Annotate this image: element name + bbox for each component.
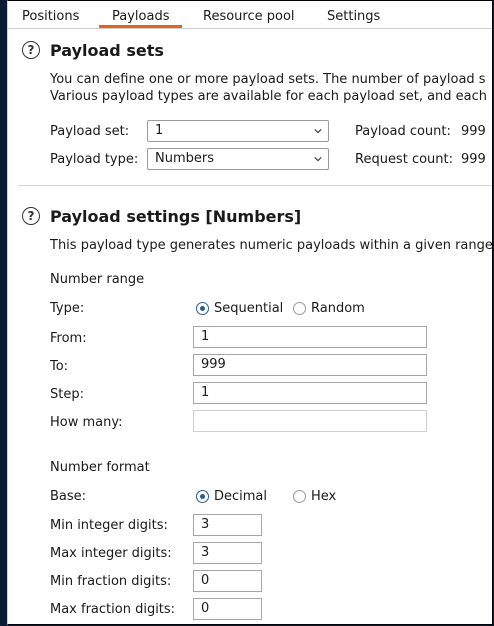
payload-count-value: 999: [461, 124, 486, 139]
payload-set-label: Payload set:: [50, 124, 130, 139]
step-label: Step:: [50, 387, 84, 402]
to-label: To:: [50, 359, 69, 374]
tab-payloads[interactable]: Payloads: [99, 9, 183, 28]
step-input[interactable]: 1: [193, 382, 427, 404]
payload-sets-title: Payload sets: [50, 41, 164, 60]
to-input[interactable]: 999: [193, 354, 427, 376]
tab-settings[interactable]: Settings: [327, 9, 380, 24]
from-input[interactable]: 1: [193, 326, 427, 348]
hex-radio-label[interactable]: Hex: [311, 489, 336, 504]
payload-type-label: Payload type:: [50, 152, 139, 167]
request-count-label: Request count:: [355, 152, 453, 167]
intruder-window: Positions Payloads Resource pool Setting…: [7, 0, 493, 625]
type-label: Type:: [50, 301, 85, 316]
payload-sets-description-line2: Various payload types are available for …: [50, 89, 488, 104]
min-fraction-digits-input[interactable]: 0: [193, 570, 262, 592]
min-fraction-digits-label: Min fraction digits:: [50, 574, 172, 589]
sequential-radio-label[interactable]: Sequential: [214, 301, 283, 316]
number-range-heading: Number range: [50, 272, 145, 287]
decimal-radio[interactable]: [196, 490, 209, 503]
max-integer-digits-label: Max integer digits:: [50, 546, 172, 561]
chevron-down-icon: [314, 157, 322, 162]
payload-set-select[interactable]: 1: [147, 120, 329, 142]
random-radio-label[interactable]: Random: [311, 301, 365, 316]
base-label: Base:: [50, 489, 87, 504]
max-fraction-digits-label: Max fraction digits:: [50, 602, 176, 617]
random-radio[interactable]: [293, 302, 306, 315]
tab-positions[interactable]: Positions: [22, 9, 79, 24]
sequential-radio[interactable]: [196, 302, 209, 315]
from-label: From:: [50, 331, 87, 346]
min-integer-digits-input[interactable]: 3: [193, 514, 262, 536]
how-many-input: [193, 410, 427, 432]
payload-settings-title: Payload settings [Numbers]: [50, 207, 302, 226]
help-icon[interactable]: ?: [22, 41, 40, 59]
payload-type-select[interactable]: Numbers: [147, 148, 329, 170]
tab-bar: Positions Payloads Resource pool Setting…: [8, 1, 492, 29]
request-count-value: 999: [461, 152, 486, 167]
max-fraction-digits-input[interactable]: 0: [193, 598, 262, 620]
chevron-down-icon: [314, 129, 322, 134]
payload-count-label: Payload count:: [355, 124, 451, 139]
payload-sets-description-line1: You can define one or more payload sets.…: [50, 72, 486, 87]
payload-settings-description: This payload type generates numeric payl…: [50, 238, 493, 253]
payload-type-value: Numbers: [155, 151, 214, 166]
tab-resource-pool[interactable]: Resource pool: [203, 9, 295, 24]
section-divider: [18, 185, 492, 186]
min-integer-digits-label: Min integer digits:: [50, 518, 168, 533]
decimal-radio-label[interactable]: Decimal: [214, 489, 267, 504]
number-format-heading: Number format: [50, 460, 150, 475]
help-icon[interactable]: ?: [22, 207, 40, 225]
how-many-label: How many:: [50, 415, 123, 430]
payload-set-value: 1: [155, 123, 164, 138]
hex-radio[interactable]: [293, 490, 306, 503]
max-integer-digits-input[interactable]: 3: [193, 542, 262, 564]
